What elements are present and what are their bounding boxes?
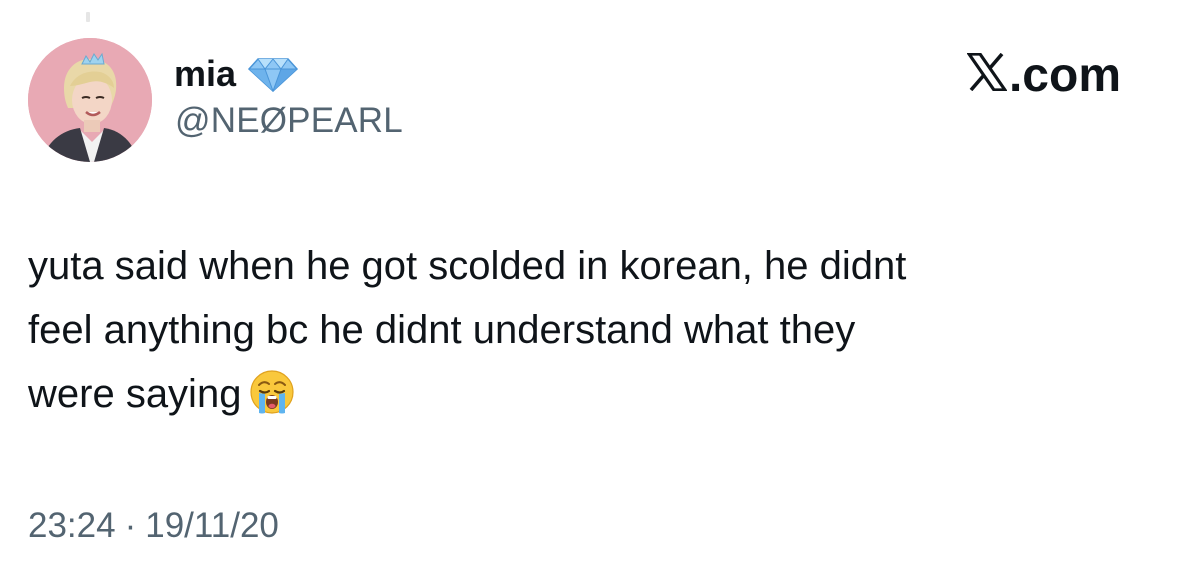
avatar-photo: [28, 38, 152, 162]
tweet-line-text: were saying: [28, 372, 242, 416]
tweet-line: were saying: [28, 362, 1138, 426]
avatar[interactable]: [28, 38, 152, 162]
display-name[interactable]: mia: [174, 56, 236, 92]
top-edge-mark: [86, 12, 90, 22]
timestamp[interactable]: 23:24 · 19/11/20: [28, 508, 279, 543]
gem-icon: [248, 58, 299, 92]
tweet-line: feel anything bc he didnt understand wha…: [28, 308, 856, 352]
tweet-line: yuta said when he got scolded in korean,…: [28, 244, 907, 288]
loudly-crying-face-icon: [249, 369, 295, 415]
author-name-row[interactable]: mia: [174, 50, 299, 98]
tweet-date[interactable]: 19/11/20: [145, 508, 279, 543]
x-logo-icon: [965, 52, 1009, 100]
brand-label: .com: [1008, 49, 1121, 102]
brand-mark: .com: [965, 49, 1121, 102]
handle[interactable]: @NEØPEARL: [175, 103, 403, 138]
meta-separator: ·: [124, 506, 137, 545]
tweet-text: yuta said when he got scolded in korean,…: [28, 234, 1138, 426]
tweet-time[interactable]: 23:24: [28, 508, 116, 543]
